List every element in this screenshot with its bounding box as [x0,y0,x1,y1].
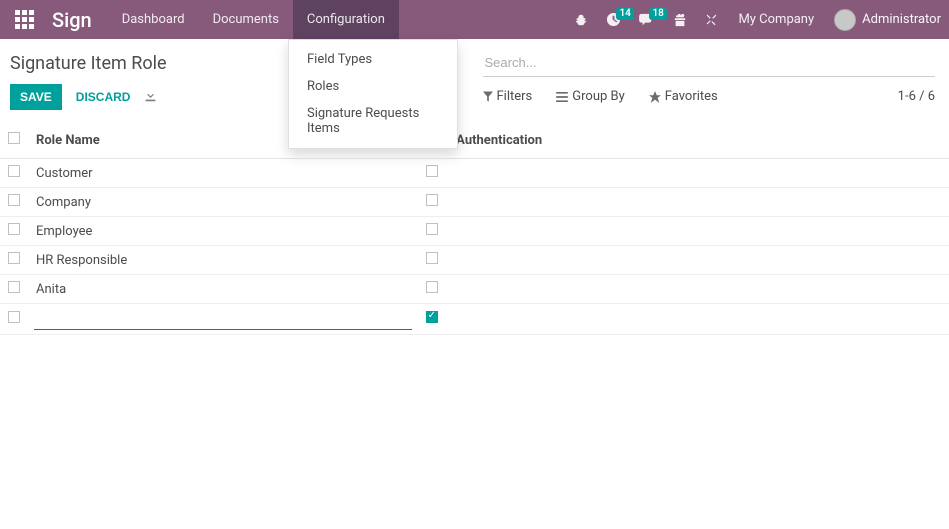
table-row[interactable]: Employee [0,217,949,246]
cell-role-name-editing[interactable] [28,304,418,335]
checkbox-icon [426,194,438,206]
save-button[interactable]: SAVE [10,84,62,110]
checkbox-icon [426,252,438,264]
control-panel: Signature Item Role SAVE DISCARD Filters… [0,39,949,118]
checkbox-icon [8,223,20,235]
cell-role-name[interactable]: Company [28,188,418,217]
cell-role-name[interactable]: Anita [28,275,418,304]
export-button[interactable] [144,89,157,106]
checkbox-icon [8,165,20,177]
tools-icon[interactable] [697,0,726,39]
apps-menu-button[interactable] [4,0,44,39]
cell-role-name[interactable]: Employee [28,217,418,246]
row-select[interactable] [0,188,28,217]
company-selector[interactable]: My Company [728,12,824,27]
menu-documents[interactable]: Documents [199,0,293,39]
checkbox-icon [8,252,20,264]
pager[interactable]: 1-6 / 6 [898,89,935,104]
checkbox-icon [426,165,438,177]
systray: 14 18 My Company Administrator [566,0,945,39]
cell-sms-auth[interactable] [418,159,949,188]
checkbox-icon [426,311,438,323]
menu-configuration[interactable]: Configuration [293,0,399,39]
cell-role-name[interactable]: HR Responsible [28,246,418,275]
table-row[interactable]: Customer [0,159,949,188]
cell-sms-auth[interactable] [418,275,949,304]
configuration-dropdown: Field Types Roles Signature Requests Ite… [288,39,458,149]
gift-icon[interactable] [665,0,695,39]
dropdown-signature-requests-items[interactable]: Signature Requests Items [289,100,457,142]
star-icon [649,91,661,103]
row-select[interactable] [0,246,28,275]
filter-icon [483,91,493,102]
avatar [834,9,856,31]
apps-icon [15,10,34,29]
table-row-editing[interactable] [0,304,949,335]
dropdown-field-types[interactable]: Field Types [289,46,457,73]
table-row[interactable]: Anita [0,275,949,304]
checkbox-icon [8,311,20,323]
list-icon [556,92,568,102]
checkbox-icon [426,223,438,235]
cell-sms-auth[interactable] [418,188,949,217]
main-menu: Dashboard Documents Configuration [108,0,399,39]
checkbox-icon [426,281,438,293]
discard-button[interactable]: DISCARD [76,90,131,104]
row-select[interactable] [0,217,28,246]
discuss-icon[interactable]: 18 [631,0,663,39]
dropdown-roles[interactable]: Roles [289,73,457,100]
username: Administrator [856,12,945,27]
group-by-button[interactable]: Group By [556,89,625,104]
checkbox-icon [8,132,20,144]
discuss-badge: 18 [649,8,666,20]
row-select[interactable] [0,304,28,335]
list-view: Role Name SMS Authentication CustomerCom… [0,122,949,335]
filters-button[interactable]: Filters [483,89,533,104]
menu-dashboard[interactable]: Dashboard [108,0,199,39]
row-select[interactable] [0,275,28,304]
activities-icon[interactable]: 14 [598,0,629,39]
app-name[interactable]: Sign [44,8,108,32]
checkbox-icon [8,281,20,293]
cell-role-name[interactable]: Customer [28,159,418,188]
col-sms-auth[interactable]: SMS Authentication [418,122,949,159]
cell-sms-auth[interactable] [418,304,949,335]
role-name-input[interactable] [34,308,412,330]
table-row[interactable]: Company [0,188,949,217]
row-select[interactable] [0,159,28,188]
cell-sms-auth[interactable] [418,217,949,246]
table-row[interactable]: HR Responsible [0,246,949,275]
select-all-header[interactable] [0,122,28,159]
checkbox-icon [8,194,20,206]
debug-icon[interactable] [566,0,596,39]
user-menu[interactable]: Administrator [826,0,945,39]
cell-sms-auth[interactable] [418,246,949,275]
favorites-button[interactable]: Favorites [649,89,718,104]
navbar: Sign Dashboard Documents Configuration 1… [0,0,949,39]
search-input[interactable] [483,49,936,77]
